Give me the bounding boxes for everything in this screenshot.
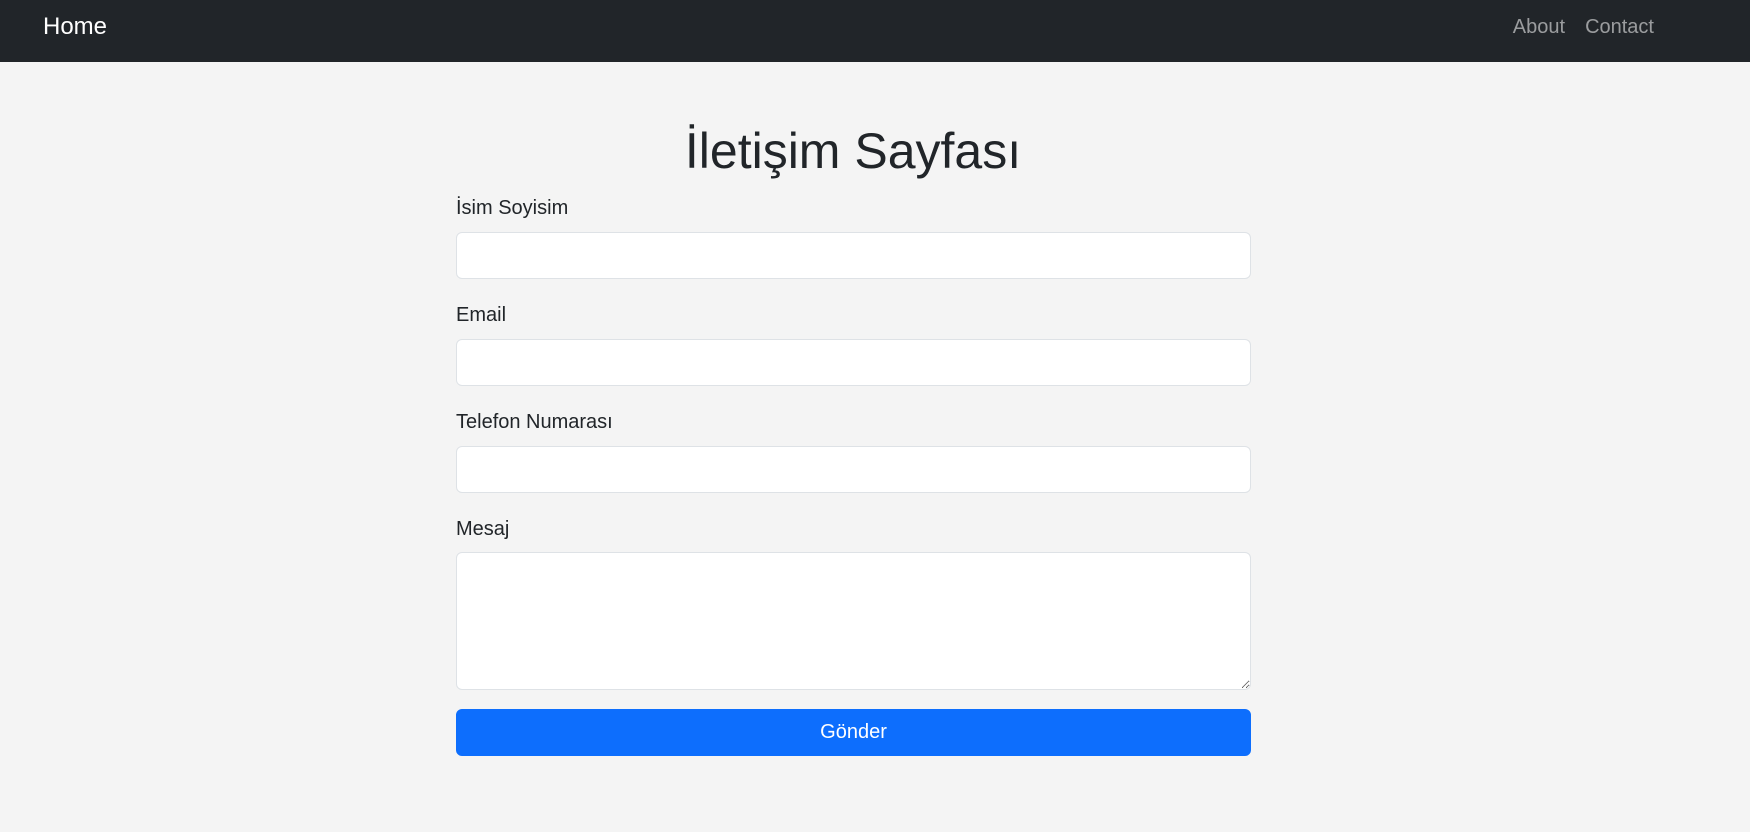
message-label: Mesaj (456, 518, 510, 540)
email-input[interactable] (456, 339, 1251, 386)
home-link[interactable]: Home (43, 12, 107, 42)
phone-input[interactable] (456, 446, 1251, 493)
submit-button[interactable]: Gönder (456, 709, 1251, 756)
contact-link[interactable]: Contact (1585, 15, 1654, 39)
name-input[interactable] (456, 232, 1251, 279)
navbar: Home About Contact (0, 0, 1750, 62)
email-label: Email (456, 304, 507, 326)
about-link[interactable]: About (1513, 15, 1565, 39)
phone-label: Telefon Numarası (456, 411, 613, 433)
name-label: İsim Soyisim (456, 197, 569, 219)
page-title: İletişim Sayfası (684, 123, 1022, 179)
nav-links: About Contact (1513, 15, 1654, 39)
message-textarea[interactable] (456, 552, 1251, 690)
